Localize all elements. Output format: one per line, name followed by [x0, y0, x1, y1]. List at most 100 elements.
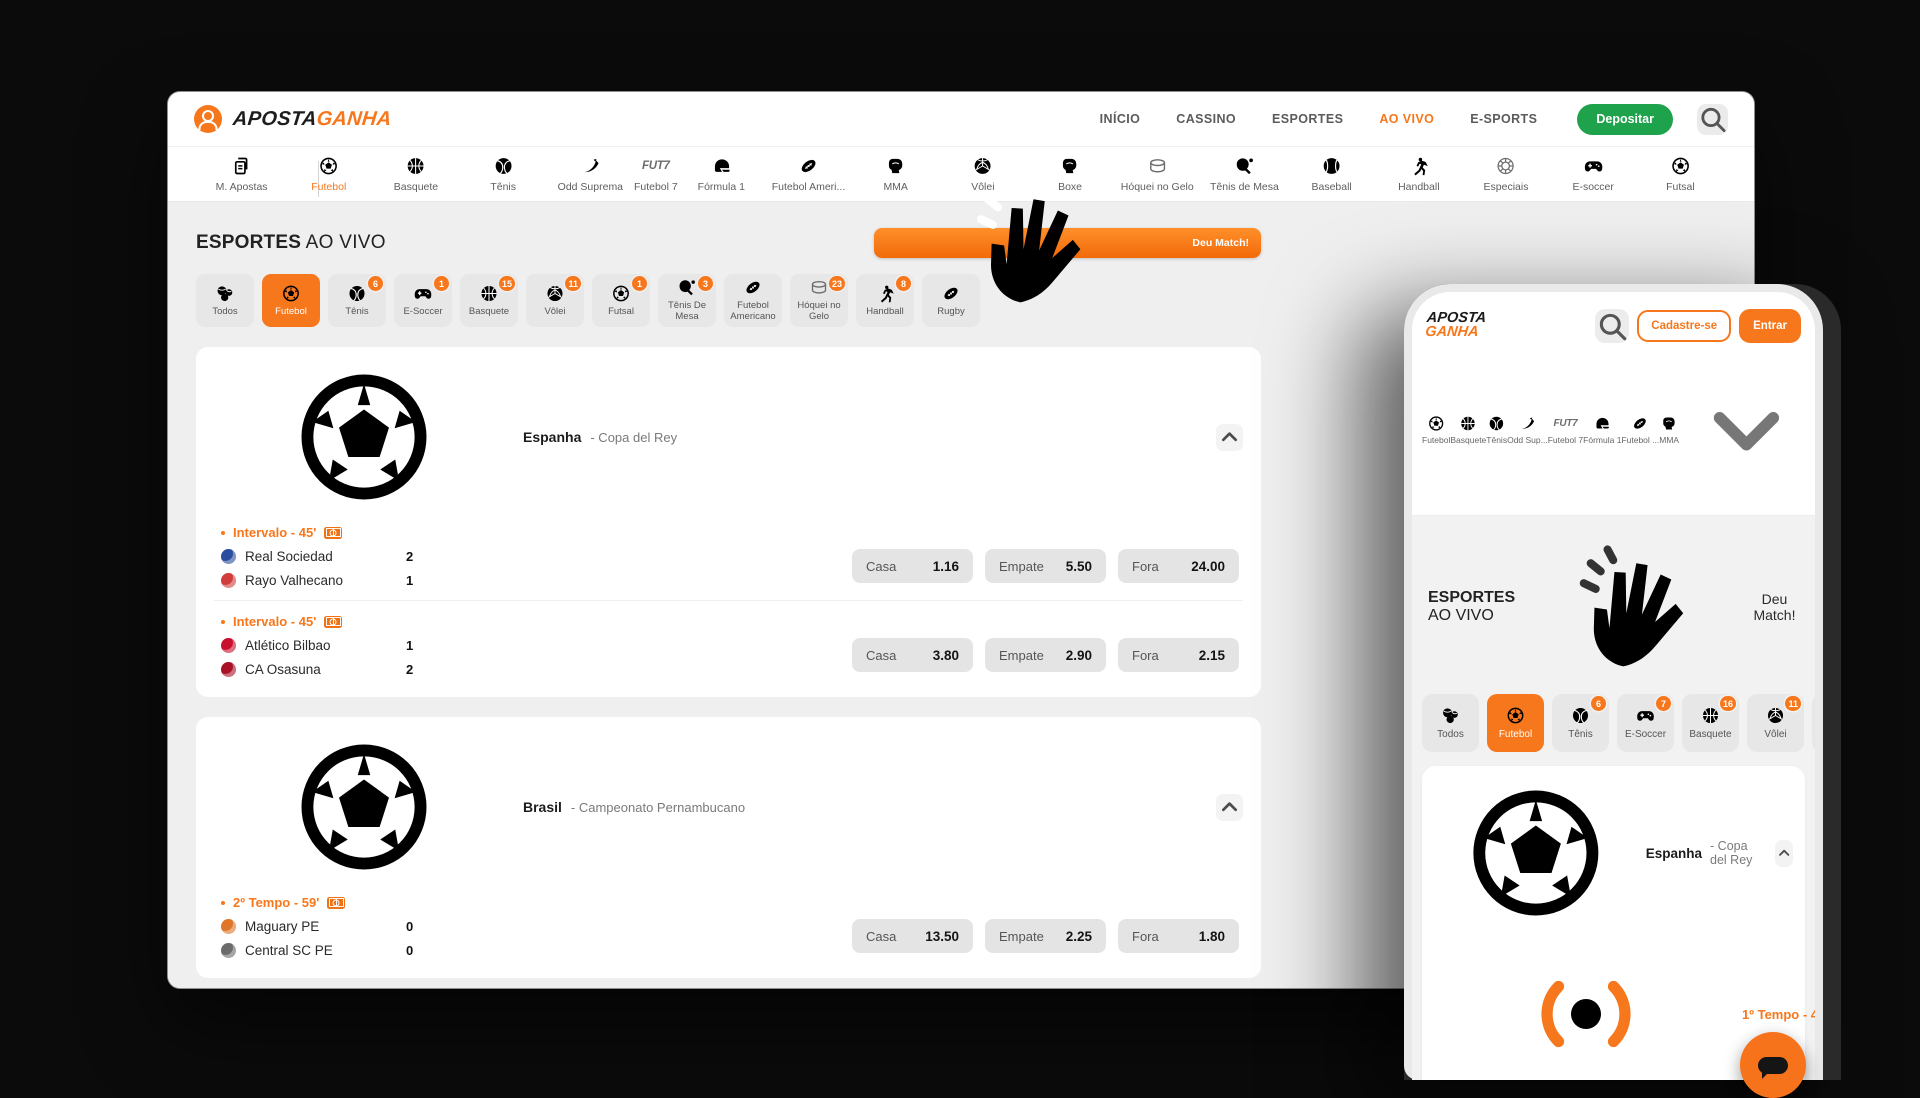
sports-nav-item[interactable]: Futebol: [285, 156, 372, 193]
sports-nav-item[interactable]: MMA: [1659, 415, 1679, 445]
sport-filter-chip[interactable]: 1 Futsal: [592, 274, 650, 327]
page-title-bold: ESPORTES: [1428, 589, 1516, 606]
odd-empate-button[interactable]: Empate 5.50: [985, 549, 1106, 583]
chip-count-badge: 8: [896, 276, 911, 291]
sport-icon: [285, 156, 372, 176]
odd-casa-button[interactable]: Casa 1.16: [852, 549, 973, 583]
sport-filter-chip[interactable]: 23 Hóquei no Gelo: [790, 274, 848, 327]
brand-logo[interactable]: APOSTAGANHA: [194, 105, 393, 133]
signup-button[interactable]: Cadastre-se: [1637, 310, 1732, 342]
odd-casa-button[interactable]: Casa 3.80: [852, 638, 973, 672]
field-tracker-icon[interactable]: [324, 615, 343, 628]
sports-nav-item[interactable]: Basquete: [372, 156, 459, 193]
sport-filter-chip[interactable]: 6 Tênis: [1552, 694, 1609, 752]
field-tracker-icon[interactable]: [324, 526, 343, 539]
sports-nav-item[interactable]: Futebol ...: [1621, 415, 1659, 445]
mobile-sports-row: Futebol Basquete Tênis Odd Sup... FUT7 F…: [1422, 415, 1679, 445]
away-team-row: Rayo Valhecano 1: [218, 573, 413, 588]
expand-sports-button[interactable]: [1688, 355, 1805, 505]
login-button[interactable]: Entrar: [1739, 309, 1801, 343]
sports-nav-item[interactable]: Fórmula 1: [1583, 415, 1621, 445]
sports-nav-item[interactable]: Futsal: [1637, 156, 1724, 193]
sport-filter-chip[interactable]: 6 Tênis: [328, 274, 386, 327]
chip-label: Futebol Americano: [730, 300, 776, 322]
top-nav-link[interactable]: E-SPORTS: [1470, 112, 1537, 126]
sports-nav-item[interactable]: Tênis: [460, 156, 547, 193]
sport-icon: [1462, 156, 1549, 176]
field-tracker-icon[interactable]: [327, 896, 346, 909]
collapse-button[interactable]: [1216, 793, 1243, 821]
top-nav-link[interactable]: CASSINO: [1176, 112, 1236, 126]
sport-icon: [1659, 415, 1679, 432]
sport-filter-chip[interactable]: 15 Basquete: [460, 274, 518, 327]
sport-icon: [1550, 156, 1637, 176]
sport-icon: FUT7: [1553, 418, 1578, 429]
match-info: Intervalo - 45' Atlético Bilbao 1 CA Osa…: [218, 614, 413, 677]
sport-filter-chip[interactable]: Futsal: [1812, 694, 1815, 752]
top-nav-link[interactable]: INÍCIO: [1100, 112, 1141, 126]
league-header: Brasil - Campeonato Pernambucano: [214, 732, 1243, 882]
brand-word-part2: GANHA: [1424, 324, 1480, 340]
mobile-search-button[interactable]: [1595, 309, 1630, 343]
sport-filter-chip[interactable]: Todos: [196, 274, 254, 327]
sports-nav-item[interactable]: FUT7 Futebol 7: [634, 156, 678, 193]
odd-fora-button[interactable]: Fora 1.80: [1118, 919, 1239, 953]
deu-match-button[interactable]: Deu Match!: [1536, 532, 1799, 682]
home-team-score: 0: [406, 919, 414, 934]
sport-filter-chip[interactable]: 11 Vôlei: [526, 274, 584, 327]
sports-nav-item[interactable]: E-soccer: [1550, 156, 1637, 193]
sports-nav-item[interactable]: M. Apostas: [198, 156, 320, 197]
sports-nav-item[interactable]: Baseball: [1288, 156, 1375, 193]
sport-filter-chip[interactable]: 11 Vôlei: [1747, 694, 1804, 752]
deu-match-button[interactable]: Deu Match!: [874, 228, 1261, 258]
top-nav-link[interactable]: AO VIVO: [1379, 112, 1434, 126]
sports-nav-item[interactable]: Fórmula 1: [678, 156, 765, 193]
sport-filter-chip[interactable]: 8 Handball: [856, 274, 914, 327]
chat-fab[interactable]: [1740, 1032, 1806, 1098]
sports-nav-item[interactable]: Futebol Ameri...: [765, 156, 852, 193]
deposit-button[interactable]: Depositar: [1577, 103, 1673, 135]
sport-filter-chip[interactable]: Futebol: [262, 274, 320, 327]
odd-fora-button[interactable]: Fora 24.00: [1118, 549, 1239, 583]
search-button[interactable]: [1697, 103, 1728, 135]
away-team-score: 1: [406, 573, 414, 588]
sport-icon: [1583, 415, 1621, 432]
home-team-score: 1: [406, 638, 414, 653]
odd-label: Fora: [1132, 647, 1159, 663]
sports-nav-item[interactable]: Handball: [1375, 156, 1462, 193]
sports-nav-item[interactable]: Odd Suprema: [547, 156, 634, 193]
sport-filter-chip[interactable]: 7 E-Soccer: [1617, 694, 1674, 752]
home-team-logo: [221, 549, 236, 564]
match-time: Intervalo - 45': [233, 614, 317, 629]
collapse-button[interactable]: [1774, 839, 1793, 867]
odd-empate-button[interactable]: Empate 2.90: [985, 638, 1106, 672]
sport-filter-chip[interactable]: 1 E-Soccer: [394, 274, 452, 327]
sport-filter-chip[interactable]: 16 Basquete: [1682, 694, 1739, 752]
soccer-ball-icon: [1434, 778, 1638, 928]
top-nav-link[interactable]: ESPORTES: [1272, 112, 1343, 126]
sport-label: Futebol ...: [1621, 435, 1660, 445]
odd-label: Casa: [866, 647, 897, 663]
sports-nav-item[interactable]: FUT7 Futebol 7: [1548, 415, 1583, 445]
sport-filter-chip[interactable]: Futebol: [1487, 694, 1544, 752]
sport-filter-chip[interactable]: Futebol Americano: [724, 274, 782, 327]
chip-label: Tênis: [1568, 728, 1593, 740]
mobile-brand-logo[interactable]: APOSTA GANHA: [1424, 310, 1487, 340]
sport-filter-chip[interactable]: Rugby: [922, 274, 980, 327]
away-team-row: Central SC PE 0: [218, 943, 413, 958]
home-team-logo: [221, 638, 236, 653]
sport-filter-chip[interactable]: 3 Tênis De Mesa: [658, 274, 716, 327]
sport-filter-chip[interactable]: Todos: [1422, 694, 1479, 752]
sports-nav-item[interactable]: Odd Sup...: [1507, 415, 1548, 445]
odd-fora-button[interactable]: Fora 2.15: [1118, 638, 1239, 672]
sports-nav-item[interactable]: Tênis de Mesa: [1201, 156, 1288, 193]
collapse-button[interactable]: [1216, 423, 1243, 451]
chevron-up-icon: [1216, 362, 1243, 512]
sports-nav-item[interactable]: Tênis: [1486, 415, 1507, 445]
sports-nav-item[interactable]: Basquete: [1450, 415, 1486, 445]
odd-casa-button[interactable]: Casa 13.50: [852, 919, 973, 953]
sports-nav-item[interactable]: Futebol: [1422, 415, 1450, 445]
odd-empate-button[interactable]: Empate 2.25: [985, 919, 1106, 953]
league-header: Espanha - Copa del Rey: [214, 362, 1243, 512]
sports-nav-item[interactable]: Especiais: [1462, 156, 1549, 193]
